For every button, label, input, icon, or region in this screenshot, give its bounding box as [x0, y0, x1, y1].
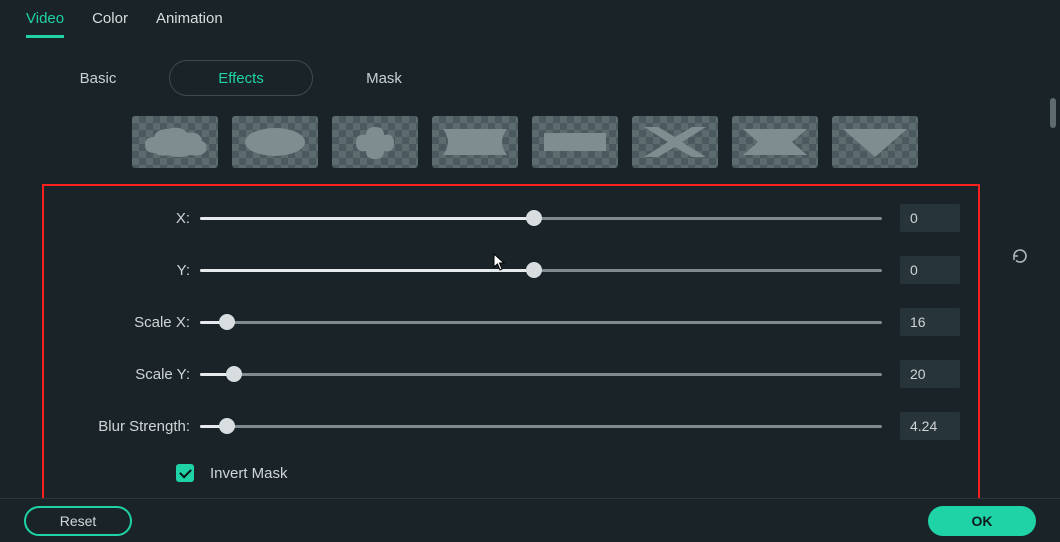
checkbox-invert-mask[interactable] [176, 464, 194, 482]
label-scale-y: Scale Y: [52, 366, 200, 383]
scrollbar-thumb[interactable] [1050, 98, 1056, 128]
value-y[interactable]: 0 [900, 256, 960, 284]
mask-shape-x[interactable] [632, 116, 718, 168]
slider-x[interactable] [200, 217, 882, 220]
mask-shape-flower[interactable] [332, 116, 418, 168]
mask-shape-bowtie[interactable] [732, 116, 818, 168]
reset-button[interactable]: Reset [24, 506, 132, 536]
slider-y[interactable] [200, 269, 882, 272]
tab-color[interactable]: Color [92, 10, 128, 38]
label-scale-x: Scale X: [52, 314, 200, 331]
mask-shape-concave[interactable] [432, 116, 518, 168]
ok-button[interactable]: OK [928, 506, 1036, 536]
label-invert-mask: Invert Mask [210, 465, 288, 482]
reset-icon[interactable] [1010, 246, 1030, 266]
label-x: X: [52, 210, 200, 227]
mask-shape-triangle-down[interactable] [832, 116, 918, 168]
value-blur[interactable]: 4.24 [900, 412, 960, 440]
slider-y-knob[interactable] [526, 262, 542, 278]
label-y: Y: [52, 262, 200, 279]
slider-sx-knob[interactable] [219, 314, 235, 330]
highlight-annotation: X: 0 Y: 0 Scale X: 16 Scale Y: 20 Blur S… [42, 184, 980, 500]
subtab-effects[interactable]: Effects [169, 60, 313, 96]
tab-video[interactable]: Video [26, 10, 64, 38]
slider-scale-y[interactable] [200, 373, 882, 376]
mask-shape-row [0, 104, 1060, 176]
slider-blur-knob[interactable] [219, 418, 235, 434]
mask-shape-ellipse[interactable] [232, 116, 318, 168]
value-x[interactable]: 0 [900, 204, 960, 232]
mask-shape-rect[interactable] [532, 116, 618, 168]
slider-scale-x[interactable] [200, 321, 882, 324]
slider-x-fill [200, 217, 534, 220]
value-scale-x[interactable]: 16 [900, 308, 960, 336]
tab-animation[interactable]: Animation [156, 10, 223, 38]
value-scale-y[interactable]: 20 [900, 360, 960, 388]
slider-sy-knob[interactable] [226, 366, 242, 382]
mask-shape-cloud[interactable] [132, 116, 218, 168]
slider-y-fill [200, 269, 534, 272]
subtab-mask[interactable]: Mask [312, 60, 456, 96]
subtab-basic[interactable]: Basic [26, 60, 170, 96]
slider-x-knob[interactable] [526, 210, 542, 226]
label-blur: Blur Strength: [52, 418, 200, 435]
slider-blur[interactable] [200, 425, 882, 428]
